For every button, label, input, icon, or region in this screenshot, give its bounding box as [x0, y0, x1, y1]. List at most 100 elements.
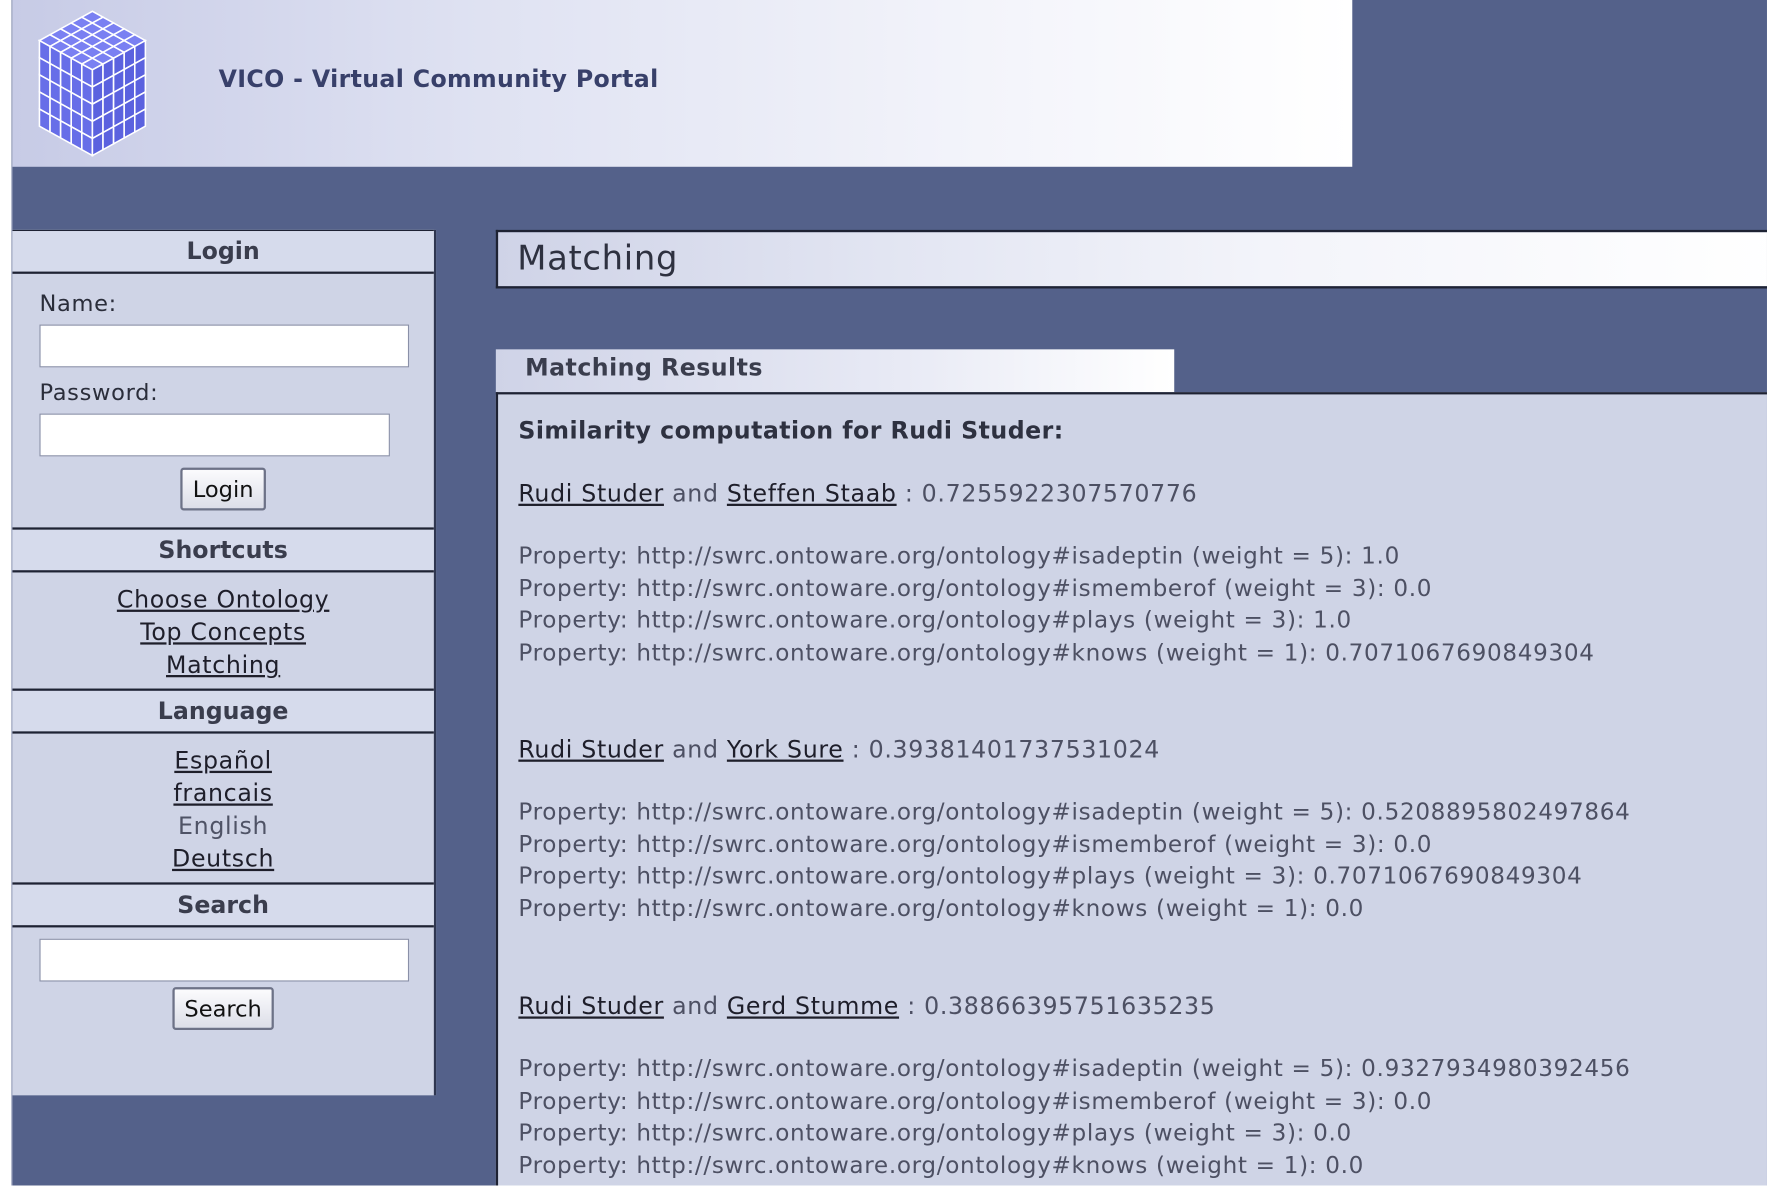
property-label: Property: — [518, 606, 629, 634]
person-link[interactable]: Gerd Stumme — [727, 993, 899, 1020]
header-banner: VICO - Virtual Community Portal — [12, 0, 1353, 167]
property-row: Property: http://swrc.ontoware.org/ontol… — [518, 860, 1630, 892]
search-input[interactable] — [39, 938, 410, 982]
property-uri: http://swrc.ontoware.org/ontology#ismemb… — [636, 574, 1217, 602]
property-weight: (weight = 3): — [1224, 830, 1386, 858]
property-weight: (weight = 3): — [1143, 1119, 1306, 1147]
search-box-title: Search — [12, 882, 434, 928]
results-heading: Similarity computation for Rudi Studer: — [518, 416, 1064, 444]
login-box-title: Login — [12, 229, 434, 274]
property-label: Property: — [518, 1054, 629, 1082]
language-deutsch-link[interactable]: Deutsch — [12, 843, 433, 876]
similarity-score: 0.7255922307570776 — [921, 480, 1198, 508]
property-value: 0.0 — [1325, 894, 1365, 922]
property-row: Property: http://swrc.ontoware.org/ontol… — [518, 1085, 1630, 1117]
property-weight: (weight = 3): — [1143, 606, 1306, 634]
score-separator: : — [907, 992, 916, 1020]
match-result: Rudi Studer and York Sure : 0.3938140173… — [518, 736, 1630, 925]
property-value: 0.7071067690849304 — [1313, 862, 1583, 890]
results-tab: Matching Results — [495, 349, 1175, 393]
property-weight: (weight = 1): — [1156, 1151, 1318, 1179]
and-word: and — [672, 992, 719, 1020]
property-list: Property: http://swrc.ontoware.org/ontol… — [518, 796, 1630, 925]
property-label: Property: — [518, 797, 629, 825]
results-panel: Similarity computation for Rudi Studer: … — [495, 392, 1767, 1186]
search-button[interactable]: Search — [172, 987, 275, 1030]
page-title-bar: Matching — [495, 229, 1767, 289]
property-row: Property: http://swrc.ontoware.org/ontol… — [518, 1149, 1630, 1181]
property-weight: (weight = 3): — [1224, 574, 1386, 602]
property-value: 0.0 — [1313, 1119, 1352, 1147]
property-row: Property: http://swrc.ontoware.org/ontol… — [518, 636, 1594, 668]
property-value: 0.0 — [1325, 1151, 1365, 1179]
score-separator: : — [904, 480, 914, 508]
property-uri: http://swrc.ontoware.org/ontology#knows — [636, 1151, 1148, 1179]
property-weight: (weight = 5): — [1191, 797, 1354, 825]
match-summary: Rudi Studer and Steffen Staab : 0.725592… — [518, 480, 1594, 507]
password-label: Password: — [39, 378, 159, 406]
score-separator: : — [851, 735, 861, 763]
language-francais-link[interactable]: francais — [12, 778, 433, 811]
and-word: and — [672, 480, 719, 508]
language-box-title: Language — [12, 688, 434, 734]
password-input[interactable] — [39, 413, 390, 457]
match-result: Rudi Studer and Steffen Staab : 0.725592… — [518, 480, 1594, 669]
person-link[interactable]: Steffen Staab — [727, 480, 897, 507]
property-label: Property: — [518, 574, 629, 602]
property-value: 0.0 — [1393, 830, 1433, 858]
language-espanol-link[interactable]: Español — [12, 745, 433, 778]
property-row: Property: http://swrc.ontoware.org/ontol… — [518, 1117, 1630, 1149]
login-button[interactable]: Login — [180, 467, 266, 511]
property-uri: http://swrc.ontoware.org/ontology#plays — [636, 606, 1136, 634]
property-uri: http://swrc.ontoware.org/ontology#knows — [636, 894, 1148, 922]
property-label: Property: — [518, 1087, 629, 1115]
property-weight: (weight = 1): — [1156, 638, 1318, 666]
property-label: Property: — [518, 638, 629, 666]
person-link[interactable]: Rudi Studer — [518, 480, 664, 507]
property-row: Property: http://swrc.ontoware.org/ontol… — [518, 604, 1594, 636]
property-value: 0.0 — [1393, 1087, 1433, 1115]
shortcut-top-concepts-link[interactable]: Top Concepts — [12, 616, 433, 649]
property-value: 1.0 — [1361, 542, 1400, 570]
results-tab-label: Matching Results — [525, 353, 763, 381]
person-link[interactable]: York Sure — [727, 736, 844, 763]
and-word: and — [672, 735, 719, 763]
shortcuts-list: Choose Ontology Top Concepts Matching — [12, 572, 433, 688]
property-uri: http://swrc.ontoware.org/ontology#ismemb… — [636, 1087, 1217, 1115]
property-value: 0.0 — [1393, 574, 1433, 602]
property-uri: http://swrc.ontoware.org/ontology#plays — [636, 862, 1136, 890]
property-label: Property: — [518, 542, 629, 570]
match-result: Rudi Studer and Gerd Stumme : 0.38866395… — [518, 993, 1630, 1182]
window-edge — [0, 0, 13, 1186]
language-list: Español francais English Deutsch — [12, 734, 433, 883]
similarity-score: 0.39381401737531024 — [868, 735, 1160, 763]
property-row: Property: http://swrc.ontoware.org/ontol… — [518, 892, 1630, 924]
person-link[interactable]: Rudi Studer — [518, 993, 664, 1020]
app-title: VICO - Virtual Community Portal — [218, 65, 659, 93]
browser-viewport: VICO - Virtual Community Portal Login Na… — [0, 0, 1767, 1186]
property-weight: (weight = 3): — [1143, 862, 1306, 890]
person-link[interactable]: Rudi Studer — [518, 736, 664, 763]
name-label: Name: — [39, 289, 117, 317]
property-value: 0.5208895802497864 — [1361, 797, 1631, 825]
sidebar: Login Name: Password: Login Shortcuts Ch… — [12, 229, 437, 1096]
property-label: Property: — [518, 1119, 629, 1147]
portal-page: VICO - Virtual Community Portal Login Na… — [12, 0, 1767, 1186]
similarity-score: 0.38866395751635235 — [924, 992, 1216, 1020]
property-weight: (weight = 3): — [1224, 1087, 1386, 1115]
property-uri: http://swrc.ontoware.org/ontology#isadep… — [636, 542, 1184, 570]
shortcut-choose-ontology-link[interactable]: Choose Ontology — [12, 584, 433, 617]
property-value: 0.7071067690849304 — [1325, 638, 1595, 666]
property-uri: http://swrc.ontoware.org/ontology#knows — [636, 638, 1148, 666]
shortcut-matching-link[interactable]: Matching — [12, 649, 433, 682]
property-uri: http://swrc.ontoware.org/ontology#isadep… — [636, 1054, 1184, 1082]
property-value: 0.9327934980392456 — [1361, 1054, 1631, 1082]
property-label: Property: — [518, 862, 629, 890]
cube-logo-icon[interactable] — [24, 7, 161, 160]
property-label: Property: — [518, 894, 629, 922]
property-uri: http://swrc.ontoware.org/ontology#ismemb… — [636, 830, 1217, 858]
property-row: Property: http://swrc.ontoware.org/ontol… — [518, 796, 1630, 828]
match-summary: Rudi Studer and Gerd Stumme : 0.38866395… — [518, 993, 1630, 1020]
name-input[interactable] — [39, 324, 410, 368]
property-uri: http://swrc.ontoware.org/ontology#plays — [636, 1119, 1136, 1147]
